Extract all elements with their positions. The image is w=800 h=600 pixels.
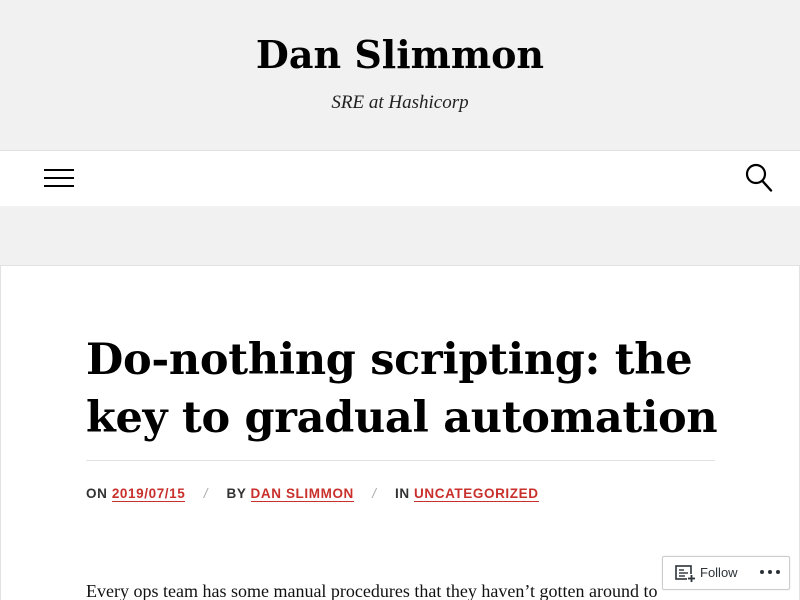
follow-reader-icon xyxy=(675,565,697,583)
post-author-link[interactable]: DAN SLIMMON xyxy=(250,486,354,502)
post-meta: ON 2019/07/15 / BY DAN SLIMMON / IN UNCA… xyxy=(86,486,539,504)
post-category-link[interactable]: UNCATEGORIZED xyxy=(414,486,539,502)
site-title[interactable]: Dan Slimmon xyxy=(0,32,800,78)
post-title[interactable]: Do-nothing scripting: the key to gradual… xyxy=(86,331,726,447)
title-divider xyxy=(86,460,715,461)
hamburger-menu-icon[interactable] xyxy=(44,168,76,190)
meta-separator: / xyxy=(372,486,377,501)
follow-label: Follow xyxy=(700,565,738,580)
more-options-icon[interactable] xyxy=(760,565,782,579)
site-header: Dan Slimmon SRE at Hashicorp xyxy=(0,0,800,150)
post-excerpt: Every ops team has some manual procedure… xyxy=(86,581,658,600)
meta-in-label: IN xyxy=(394,486,410,501)
navigation-bar xyxy=(0,150,800,206)
menu-icon-bar xyxy=(44,169,74,171)
more-dot xyxy=(776,570,780,574)
more-dot xyxy=(760,570,764,574)
post-date-link[interactable]: 2019/07/15 xyxy=(111,486,186,502)
more-dot xyxy=(768,570,772,574)
meta-by-label: BY xyxy=(226,486,247,501)
menu-icon-bar xyxy=(44,177,74,179)
meta-separator: / xyxy=(203,486,209,501)
menu-icon-bar xyxy=(44,185,74,187)
meta-on-label: ON xyxy=(86,486,108,501)
site-description: SRE at Hashicorp xyxy=(331,92,469,113)
search-icon[interactable] xyxy=(745,162,775,194)
